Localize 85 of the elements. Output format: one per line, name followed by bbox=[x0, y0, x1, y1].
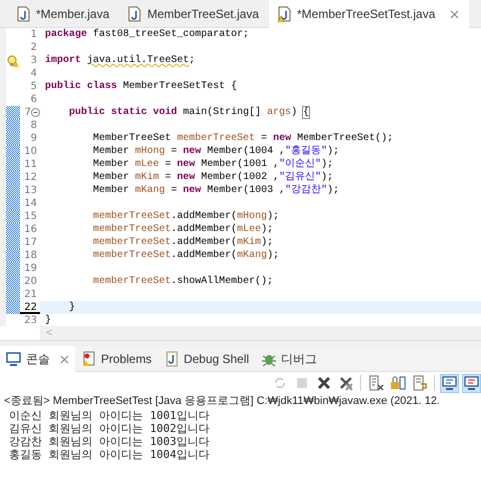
change-marker bbox=[6, 301, 20, 314]
scroll-lock-icon bbox=[390, 375, 406, 391]
java-file-icon bbox=[16, 6, 31, 22]
console-header: <종료됨> MemberTreeSetTest [Java 응용프로그램] C:₩jdk11₩bin₩javaw.exe (2021. 12. bbox=[3, 394, 441, 409]
code-line: memberTreeSet.showAllMember(); bbox=[92, 275, 274, 288]
line-number: 3 bbox=[30, 54, 38, 67]
line-number: 7 bbox=[24, 106, 31, 119]
line-number: 2 bbox=[30, 41, 38, 54]
monitor-error-button[interactable] bbox=[462, 374, 481, 392]
code-line: memberTreeSet.addMember(mKim); bbox=[92, 236, 274, 249]
code-line: Member mKim = new Member(1002 ,"김유신"); bbox=[92, 171, 334, 184]
panel-tab[interactable]: Problems bbox=[75, 346, 158, 372]
word-wrap-icon bbox=[412, 375, 428, 391]
change-marker bbox=[6, 262, 20, 275]
line-number: 14 bbox=[23, 197, 38, 210]
close-icon bbox=[316, 375, 332, 391]
line-number: 12 bbox=[23, 171, 38, 184]
java-file-icon bbox=[127, 6, 142, 22]
line-number: 16 bbox=[23, 223, 38, 236]
code-line: Member mKang = new Member(1003 ,"강감찬"); bbox=[92, 184, 340, 197]
line-number: 18 bbox=[23, 249, 38, 262]
change-marker bbox=[6, 171, 20, 184]
line-number: 21 bbox=[23, 288, 38, 301]
change-marker bbox=[6, 223, 20, 236]
line-number: 1 bbox=[30, 28, 38, 41]
code-line: Member mHong = new Member(1004 ,"홍길동"); bbox=[92, 145, 340, 158]
line-number: 23 bbox=[23, 314, 38, 327]
file-tab[interactable]: *MemberTreeSetTest.java bbox=[268, 0, 470, 28]
java-file-warning-icon bbox=[276, 6, 292, 22]
code-line: public class MemberTreeSetTest { bbox=[45, 80, 238, 93]
problems-icon bbox=[81, 351, 97, 367]
change-marker bbox=[6, 145, 20, 158]
panel-tab[interactable]: Debug Shell bbox=[158, 346, 256, 372]
monitor-icon bbox=[442, 375, 458, 391]
code-line: MemberTreeSet memberTreeSet = new MemberTreeSet(); bbox=[92, 132, 394, 145]
line-number: 22 bbox=[20, 301, 40, 314]
console-output-line: 이순신 회원님의 아이디는 1001입니다 bbox=[8, 409, 210, 422]
panel-tab[interactable]: 디버그 bbox=[255, 346, 324, 372]
line-number: 10 bbox=[23, 145, 38, 158]
code-line: memberTreeSet.addMember(mHong); bbox=[92, 210, 280, 223]
change-marker bbox=[6, 106, 20, 119]
line-number: 13 bbox=[23, 184, 38, 197]
change-marker bbox=[6, 210, 20, 223]
close-icon bbox=[60, 354, 69, 364]
console-output-line: 김유신 회원님의 아이디는 1002입니다 bbox=[8, 422, 210, 435]
code-line: public static void main(String[] args) { bbox=[68, 106, 310, 119]
change-marker bbox=[6, 119, 20, 132]
monitor-icon bbox=[6, 351, 22, 367]
clear-console-icon bbox=[368, 375, 384, 391]
change-marker bbox=[6, 236, 20, 249]
scroll-lock-button[interactable] bbox=[388, 374, 407, 392]
line-number: 17 bbox=[23, 236, 38, 249]
change-marker bbox=[6, 132, 20, 145]
console-output-line: 홍길동 회원님의 아이디는 1004입니다 bbox=[8, 448, 210, 461]
change-marker bbox=[6, 288, 20, 301]
line-number: 6 bbox=[30, 93, 38, 106]
change-marker bbox=[6, 249, 20, 262]
change-marker bbox=[6, 184, 20, 197]
line-number: 11 bbox=[23, 158, 38, 171]
code-line: package fast08_treeSet_comparator; bbox=[45, 28, 250, 41]
change-marker bbox=[6, 197, 20, 210]
remove-all-icon bbox=[338, 375, 354, 391]
file-tab[interactable]: MemberTreeSet.java bbox=[119, 0, 269, 28]
line-number: 19 bbox=[23, 262, 38, 275]
code-line: } bbox=[68, 301, 76, 314]
line-number: 8 bbox=[30, 119, 38, 132]
line-number: 4 bbox=[30, 67, 38, 80]
close-icon bbox=[450, 10, 460, 18]
monitor-error-icon bbox=[464, 375, 480, 391]
change-marker bbox=[6, 275, 20, 288]
panel-tab[interactable]: 콘솔 bbox=[0, 346, 75, 372]
code-line: memberTreeSet.addMember(mLee); bbox=[92, 223, 274, 236]
code-line: import java.util.TreeSet; bbox=[45, 54, 196, 67]
code-line: memberTreeSet.addMember(mKang); bbox=[92, 249, 280, 262]
monitor-button[interactable] bbox=[440, 374, 459, 392]
code-line: } bbox=[45, 314, 52, 327]
code-line: Member mLee = new Member(1001 ,"이순신"); bbox=[92, 158, 334, 171]
line-number: 15 bbox=[23, 210, 38, 223]
line-number: 20 bbox=[23, 275, 38, 288]
change-marker bbox=[6, 158, 20, 171]
file-tab[interactable]: *Member.java bbox=[8, 0, 120, 28]
java-file-icon bbox=[164, 351, 180, 367]
console-output-line: 강감찬 회원님의 아이디는 1003입니다 bbox=[8, 435, 210, 448]
line-number: 9 bbox=[30, 132, 38, 145]
line-number: 5 bbox=[30, 80, 38, 93]
